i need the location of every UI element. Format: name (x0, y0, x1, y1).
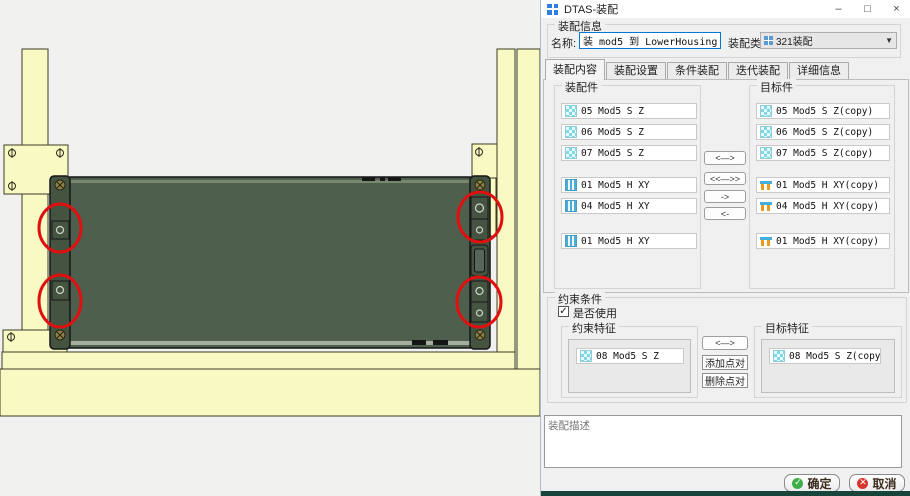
assembly-type-dropdown[interactable]: 321装配 ▼ (760, 32, 897, 49)
constraint-swap-button[interactable]: <—> (702, 336, 748, 350)
pin-feature-icon (760, 236, 772, 246)
tab-assembly-settings[interactable]: 装配设置 (606, 62, 666, 80)
tab-iterative-assembly[interactable]: 迭代装配 (728, 62, 788, 80)
cad-viewport[interactable] (0, 0, 540, 496)
pin-feature-icon (760, 180, 772, 190)
assembly-description-textarea[interactable] (544, 415, 902, 468)
board-right-rail (469, 175, 491, 350)
tab-assembly-content[interactable]: 装配内容 (545, 59, 605, 80)
ok-button[interactable]: ✓ 确定 (784, 474, 840, 492)
move-right-button[interactable]: -> (704, 190, 746, 203)
target-item-label: 01 Mod5 H XY(copy) (776, 235, 879, 247)
minimize-button[interactable]: – (824, 0, 853, 18)
surface-feature-icon (565, 126, 577, 138)
name-label: 名称: (551, 38, 577, 50)
surface-feature-icon (760, 147, 772, 159)
target-item-06[interactable]: 06 Mod5 S Z(copy) (756, 124, 890, 140)
surface-feature-icon (760, 105, 772, 117)
swap-all-button[interactable]: <<—>> (704, 172, 746, 185)
add-point-pair-button[interactable]: 添加点对 (702, 355, 748, 370)
assembly-item-07[interactable]: 07 Mod5 S Z (561, 145, 697, 161)
window-bottom-edge (541, 491, 910, 496)
assembly-item-label: 01 Mod5 H XY (581, 179, 650, 191)
surface-feature-icon (773, 350, 785, 362)
name-input[interactable] (579, 32, 721, 49)
target-item-label: 05 Mod5 S Z(copy) (776, 105, 874, 117)
surface-feature-icon (760, 126, 772, 138)
target-item-label: 01 Mod5 H XY(copy) (776, 179, 879, 191)
hole-feature-icon (565, 235, 577, 247)
target-parts-group-label: 目标件 (757, 79, 796, 95)
title-bar[interactable]: DTAS-装配 – □ × (541, 0, 910, 18)
assembly-type-value: 321装配 (776, 37, 813, 48)
ok-button-label: 确定 (807, 476, 832, 491)
assembly-item-label: 04 Mod5 H XY (581, 200, 650, 212)
remove-point-pair-button[interactable]: 删除点对 (702, 373, 748, 388)
tab-detail-info[interactable]: 详细信息 (789, 62, 849, 80)
target-item-label: 07 Mod5 S Z(copy) (776, 147, 874, 159)
surface-feature-icon (565, 147, 577, 159)
tab-conditional-assembly[interactable]: 条件装配 (667, 62, 727, 80)
swap-pair-button[interactable]: <—> (704, 151, 746, 165)
target-item-label: 06 Mod5 S Z(copy) (776, 126, 874, 138)
module-board (49, 175, 491, 350)
target-item-05[interactable]: 05 Mod5 S Z(copy) (756, 103, 890, 119)
surface-feature-icon (580, 350, 592, 362)
target-item-label: 04 Mod5 H XY(copy) (776, 200, 879, 212)
chevron-down-icon: ▼ (885, 36, 893, 45)
cancel-button-label: 取消 (872, 476, 897, 491)
target-item-07[interactable]: 07 Mod5 S Z(copy) (756, 145, 890, 161)
target-feature-label: 08 Mod5 S Z(copy) (789, 350, 881, 362)
pin-feature-icon (760, 201, 772, 211)
assembly-item-04h[interactable]: 04 Mod5 H XY (561, 198, 697, 214)
use-constraint-checkbox[interactable]: ✓ (558, 306, 569, 317)
hole-feature-icon (565, 179, 577, 191)
target-feature-group-label: 目标特征 (762, 320, 812, 336)
constraint-feature-item[interactable]: 08 Mod5 S Z (576, 348, 684, 364)
ok-check-icon: ✓ (792, 477, 804, 489)
constraint-feature-group-label: 约束特征 (569, 320, 619, 336)
window-title: DTAS-装配 (564, 4, 619, 16)
target-item-01h2[interactable]: 01 Mod5 H XY(copy) (756, 233, 890, 249)
assembly-dialog: DTAS-装配 – □ × 装配信息 名称: 装配类型: 321装配 ▼ 装配内… (540, 0, 910, 496)
move-left-button[interactable]: <- (704, 207, 746, 220)
target-item-01h[interactable]: 01 Mod5 H XY(copy) (756, 177, 890, 193)
assembly-item-01h2[interactable]: 01 Mod5 H XY (561, 233, 697, 249)
assembly-item-01h[interactable]: 01 Mod5 H XY (561, 177, 697, 193)
surface-feature-icon (565, 105, 577, 117)
close-button[interactable]: × (882, 0, 910, 18)
hole-feature-icon (565, 200, 577, 212)
target-feature-item[interactable]: 08 Mod5 S Z(copy) (769, 348, 881, 364)
tab-strip: 装配内容 装配设置 条件装配 迭代装配 详细信息 (545, 59, 850, 80)
assembly-item-label: 06 Mod5 S Z (581, 126, 644, 138)
assembly-item-label: 01 Mod5 H XY (581, 235, 650, 247)
assembly-item-label: 07 Mod5 S Z (581, 147, 644, 159)
use-constraint-label: 是否使用 (573, 308, 617, 320)
checkmark-icon: ✓ (559, 305, 568, 317)
assembly-item-06[interactable]: 06 Mod5 S Z (561, 124, 697, 140)
assembly-parts-group-label: 装配件 (562, 79, 601, 95)
app-logo-icon (547, 3, 558, 15)
constraint-feature-label: 08 Mod5 S Z (596, 350, 659, 362)
board-left-rail (49, 175, 71, 350)
cancel-x-icon: ✕ (857, 477, 869, 489)
target-item-04h[interactable]: 04 Mod5 H XY(copy) (756, 198, 890, 214)
assembly-item-label: 05 Mod5 S Z (581, 105, 644, 117)
cancel-button[interactable]: ✕ 取消 (849, 474, 905, 492)
maximize-button[interactable]: □ (853, 0, 882, 18)
assembly-type-icon (764, 36, 773, 45)
dtas-app-window: DTAS-装配 – □ × 装配信息 名称: 装配类型: 321装配 ▼ 装配内… (0, 0, 910, 496)
assembly-item-05[interactable]: 05 Mod5 S Z (561, 103, 697, 119)
